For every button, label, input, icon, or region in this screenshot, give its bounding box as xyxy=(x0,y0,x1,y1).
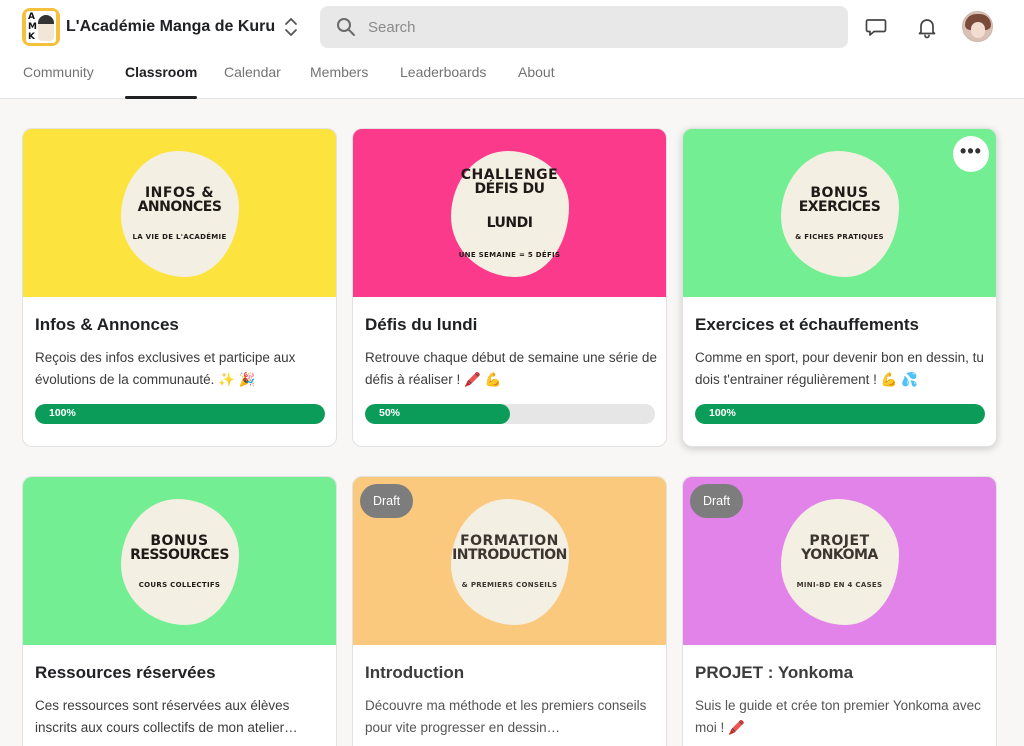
cover-big-title: YONKOMA xyxy=(801,547,878,563)
switch-community-icon[interactable] xyxy=(282,16,300,38)
progress-label: 100% xyxy=(709,407,736,419)
course-cover: BONUS EXERCICES & FICHES PRATIQUES xyxy=(683,129,996,297)
course-description: Découvre ma méthode et les premiers cons… xyxy=(365,698,647,735)
bell-icon[interactable] xyxy=(915,15,939,39)
avatar-face xyxy=(971,22,985,38)
cover-tagline: & FICHES PRATIQUES xyxy=(795,233,884,241)
logo-letter-k: K xyxy=(28,32,35,42)
course-card-exercices[interactable]: BONUS EXERCICES & FICHES PRATIQUES ••• E… xyxy=(682,128,997,447)
cover-tagline: UNE SEMAINE = 5 DÉFIS xyxy=(458,251,561,259)
course-card-yonkoma[interactable]: PROJET YONKOMA MINI-BD EN 4 CASES Draft … xyxy=(682,476,997,746)
course-title: Introduction xyxy=(365,663,465,682)
cover-tagline: MINI-BD EN 4 CASES xyxy=(796,581,883,589)
progress-fill xyxy=(695,404,985,424)
tab-label: Members xyxy=(310,64,369,80)
tab-label: Community xyxy=(23,64,94,80)
course-cover: CHALLENGE DÉFIS DU LUNDI UNE SEMAINE = 5… xyxy=(353,129,666,297)
community-name[interactable]: L'Académie Manga de Kuru xyxy=(66,18,275,36)
tab-members[interactable]: Members xyxy=(310,64,368,99)
course-description: Retrouve chaque début de semaine une sér… xyxy=(365,350,657,387)
course-title: Ressources réservées xyxy=(35,663,216,682)
course-card-ressources[interactable]: BONUS RESSOURCES COURS COLLECTIFS Ressou… xyxy=(22,476,337,746)
course-description: Reçois des infos exclusives et participe… xyxy=(35,350,296,387)
cover-tagline: COURS COLLECTIFS xyxy=(138,581,221,589)
course-title: Infos & Annonces xyxy=(35,315,179,334)
cover-tagline: LA VIE DE L'ACADÉMIE xyxy=(132,233,227,241)
course-card-infos-annonces[interactable]: INFOS & ANNONCES LA VIE DE L'ACADÉMIE In… xyxy=(22,128,337,447)
logo-character xyxy=(38,15,54,41)
progress-label: 100% xyxy=(49,407,76,419)
search-icon xyxy=(337,18,355,36)
cover-tagline: & PREMIERS CONSEILS xyxy=(461,581,558,589)
user-avatar[interactable] xyxy=(962,11,993,42)
progress-bar: 100% xyxy=(695,404,985,424)
course-cover: INFOS & ANNONCES LA VIE DE L'ACADÉMIE xyxy=(23,129,336,297)
cover-big-title-line2: LUNDI xyxy=(486,215,533,231)
nav-tabs: Community Classroom Calendar Members Lea… xyxy=(0,64,1024,99)
search-input[interactable] xyxy=(368,6,828,48)
tab-label: Classroom xyxy=(125,64,198,80)
course-cover: BONUS RESSOURCES COURS COLLECTIFS xyxy=(23,477,336,645)
course-description: Suis le guide et crée ton premier Yonkom… xyxy=(695,698,981,735)
tab-calendar[interactable]: Calendar xyxy=(224,64,281,99)
draft-badge: Draft xyxy=(360,484,413,518)
tab-about[interactable]: About xyxy=(518,64,555,99)
top-header: A M K L'Académie Manga de Kuru Community… xyxy=(0,0,1024,99)
active-tab-indicator xyxy=(125,96,198,99)
community-logo[interactable]: A M K xyxy=(22,8,60,46)
logo-letter-a: A xyxy=(28,12,35,22)
course-card-defis-du-lundi[interactable]: CHALLENGE DÉFIS DU LUNDI UNE SEMAINE = 5… xyxy=(352,128,667,447)
tab-label: Calendar xyxy=(224,64,281,80)
tab-classroom[interactable]: Classroom xyxy=(125,64,198,99)
course-title: Exercices et échauffements xyxy=(695,315,919,334)
tab-leaderboards[interactable]: Leaderboards xyxy=(400,64,486,99)
cover-big-title: ANNONCES xyxy=(137,199,222,215)
course-card-introduction[interactable]: FORMATION INTRODUCTION & PREMIERS CONSEI… xyxy=(352,476,667,746)
cover-big-title: DÉFIS DU xyxy=(474,181,545,197)
search-bar[interactable] xyxy=(320,6,848,48)
chat-icon[interactable] xyxy=(864,15,888,39)
tab-community[interactable]: Community xyxy=(23,64,94,99)
logo-letter-m: M xyxy=(28,22,37,32)
progress-label: 50% xyxy=(379,407,401,419)
draft-badge: Draft xyxy=(690,484,743,518)
logo-artwork: A M K xyxy=(26,11,56,43)
progress-bar: 100% xyxy=(35,404,325,424)
course-description: Comme en sport, pour devenir bon en dess… xyxy=(695,350,984,387)
tab-label: Leaderboards xyxy=(400,64,487,80)
cover-big-title: EXERCICES xyxy=(798,199,881,215)
cover-big-title: RESSOURCES xyxy=(130,547,229,563)
more-options-button[interactable]: ••• xyxy=(953,136,989,172)
course-title: PROJET : Yonkoma xyxy=(695,663,854,682)
course-title: Défis du lundi xyxy=(365,315,478,334)
more-icon: ••• xyxy=(960,141,982,161)
course-description: Ces ressources sont réservées aux élèves… xyxy=(35,698,298,735)
progress-bar: 50% xyxy=(365,404,655,424)
progress-fill xyxy=(35,404,325,424)
tab-label: About xyxy=(518,64,555,80)
cover-big-title: INTRODUCTION xyxy=(452,547,567,563)
